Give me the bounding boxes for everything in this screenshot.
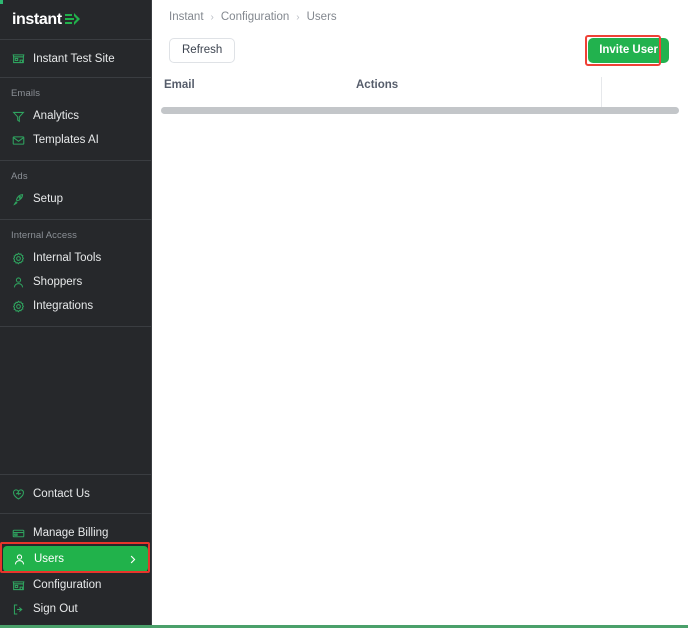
sidebar-item-label: Integrations [33,300,94,312]
store-icon [11,52,25,66]
sidebar-item-instant-test-site[interactable]: Instant Test Site [0,40,151,78]
sidebar-item-integrations[interactable]: Integrations [0,294,151,318]
sidebar-item-analytics[interactable]: Analytics [0,104,151,128]
sidebar-item-shoppers[interactable]: Shoppers [0,270,151,294]
sidebar-item-users-content: Users [12,552,64,566]
sidebar-item-label: Users [34,553,65,565]
scrollbar-thumb[interactable] [161,107,679,114]
refresh-button[interactable]: Refresh [169,38,236,63]
brand-logo[interactable]: instant [0,0,151,40]
heart-icon [11,487,25,501]
chevron-right-icon: › [210,11,214,23]
sidebar-section-ads: Ads Setup [0,161,151,220]
breadcrumb-item-users[interactable]: Users [307,11,337,23]
sidebar-item-sign-out[interactable]: Sign Out [0,597,151,621]
chevron-right-icon: › [296,11,300,23]
funnel-icon [11,109,25,123]
sidebar-item-label: Contact Us [33,488,90,500]
rocket-icon [11,192,25,206]
sidebar-item-label: Internal Tools [33,252,102,264]
invite-user-wrapper: Invite User [585,35,672,66]
sidebar-item-label: Templates AI [33,134,99,146]
sidebar-item-internal-tools[interactable]: Internal Tools [0,246,151,270]
mail-icon [11,133,25,147]
sidebar-item-label: Configuration [33,579,102,591]
sidebar-item-contact-us[interactable]: Contact Us [0,482,151,506]
sidebar-section-internal-access: Internal Access Internal Tools Shoppers [0,220,151,327]
sidebar-bottom-account: Manage Billing Users Configuration Sign … [0,513,151,628]
sidebar-item-manage-billing[interactable]: Manage Billing [0,521,151,545]
sidebar-item-templates-ai[interactable]: Templates AI [0,128,151,152]
users-table: Email Actions [152,77,688,114]
table-header-row: Email Actions [152,77,688,107]
user-icon [11,275,25,289]
column-header-email: Email [164,79,195,91]
section-title-internal-access: Internal Access [11,230,77,241]
column-divider [601,77,602,107]
user-icon [12,552,26,566]
sidebar-section-emails: Emails Analytics Templates AI [0,78,151,161]
sidebar-bottom-contact: Contact Us [0,474,151,513]
site-label: Instant Test Site [33,52,115,65]
column-header-actions: Actions [356,79,399,91]
sidebar-item-label: Analytics [33,110,80,122]
logout-icon [11,602,25,616]
breadcrumb-item-instant[interactable]: Instant [169,11,204,23]
invite-user-button[interactable]: Invite User [588,38,669,63]
breadcrumb: Instant › Configuration › Users [152,0,688,23]
gear-icon [11,299,25,313]
section-title-emails: Emails [11,88,41,99]
sidebar-item-configuration[interactable]: Configuration [0,573,151,597]
table-horizontal-scrollbar[interactable] [161,107,679,114]
sidebar: instant Instant Test Site Emails Analyti… [0,0,152,628]
sidebar-item-setup[interactable]: Setup [0,187,151,211]
gear-icon [11,251,25,265]
sidebar-item-users[interactable]: Users [3,546,148,572]
main-content: Instant › Configuration › Users Refresh … [152,0,688,628]
breadcrumb-item-configuration[interactable]: Configuration [221,11,289,23]
app-root: instant Instant Test Site Emails Analyti… [0,0,688,628]
sidebar-item-label: Setup [33,193,64,205]
toolbar: Refresh Invite User [152,23,688,66]
brand-logo-text: instant [12,10,62,28]
credit-card-icon [11,526,25,540]
sidebar-item-users-wrapper: Users [0,542,150,573]
store-icon [11,578,25,592]
corner-accent-marker [0,0,3,4]
sidebar-item-label: Sign Out [33,603,78,615]
section-title-ads: Ads [11,171,28,182]
sidebar-item-label: Shoppers [33,276,83,288]
sidebar-item-label: Manage Billing [33,527,109,539]
chevron-right-icon [125,552,139,566]
arrow-logo-icon [64,13,81,26]
